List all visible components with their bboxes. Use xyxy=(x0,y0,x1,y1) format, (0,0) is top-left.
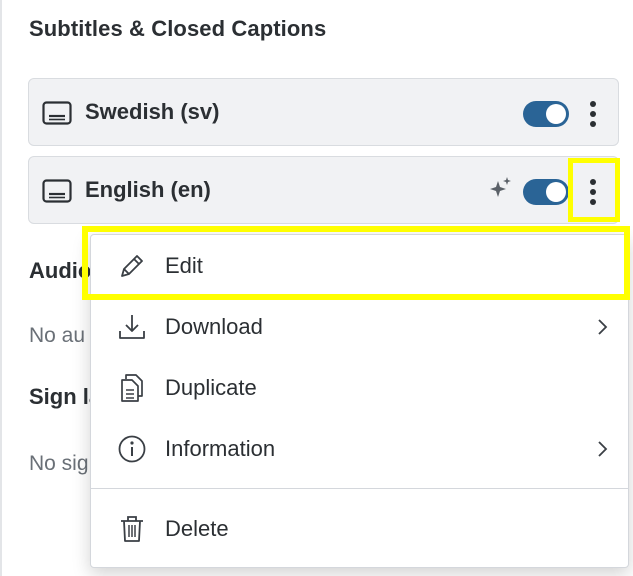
track-label: Swedish (sv) xyxy=(85,99,220,124)
closed-caption-icon xyxy=(42,179,72,203)
audio-empty-text: No au xyxy=(29,324,86,347)
track-context-menu: Edit Download Duplicate Information Dele… xyxy=(90,234,629,568)
pencil-icon xyxy=(121,255,143,277)
section-title: Subtitles & Closed Captions xyxy=(29,16,327,41)
chevron-right-icon xyxy=(598,441,608,457)
menu-divider xyxy=(91,488,628,489)
menu-item-duplicate[interactable]: Duplicate xyxy=(91,360,628,416)
closed-caption-icon xyxy=(42,101,72,125)
menu-item-label: Information xyxy=(165,436,276,461)
chevron-right-icon xyxy=(598,319,608,335)
menu-item-label: Delete xyxy=(165,516,229,541)
menu-item-delete[interactable]: Delete xyxy=(91,501,628,557)
more-options-button[interactable] xyxy=(581,175,605,209)
track-label: English (en) xyxy=(85,177,211,202)
panel-left-border xyxy=(0,0,2,576)
track-row-english[interactable]: English (en) xyxy=(28,156,619,224)
menu-item-download[interactable]: Download xyxy=(91,299,628,355)
more-options-button[interactable] xyxy=(581,97,605,131)
menu-item-information[interactable]: Information xyxy=(91,421,628,477)
track-enabled-toggle[interactable] xyxy=(523,101,569,127)
duplicate-icon xyxy=(121,374,143,402)
menu-item-label: Download xyxy=(165,314,263,339)
track-row-swedish[interactable]: Swedish (sv) xyxy=(28,78,619,146)
track-enabled-toggle[interactable] xyxy=(523,179,569,205)
trash-icon xyxy=(121,516,143,542)
audio-heading: Audio xyxy=(29,258,92,283)
ai-sparkle-icon xyxy=(490,177,511,197)
sign-language-empty-text: No sig xyxy=(29,452,89,475)
menu-item-label: Duplicate xyxy=(165,375,257,400)
menu-item-label: Edit xyxy=(165,253,203,278)
menu-item-edit[interactable]: Edit xyxy=(91,238,628,294)
download-icon xyxy=(119,315,145,339)
info-icon xyxy=(118,435,146,463)
